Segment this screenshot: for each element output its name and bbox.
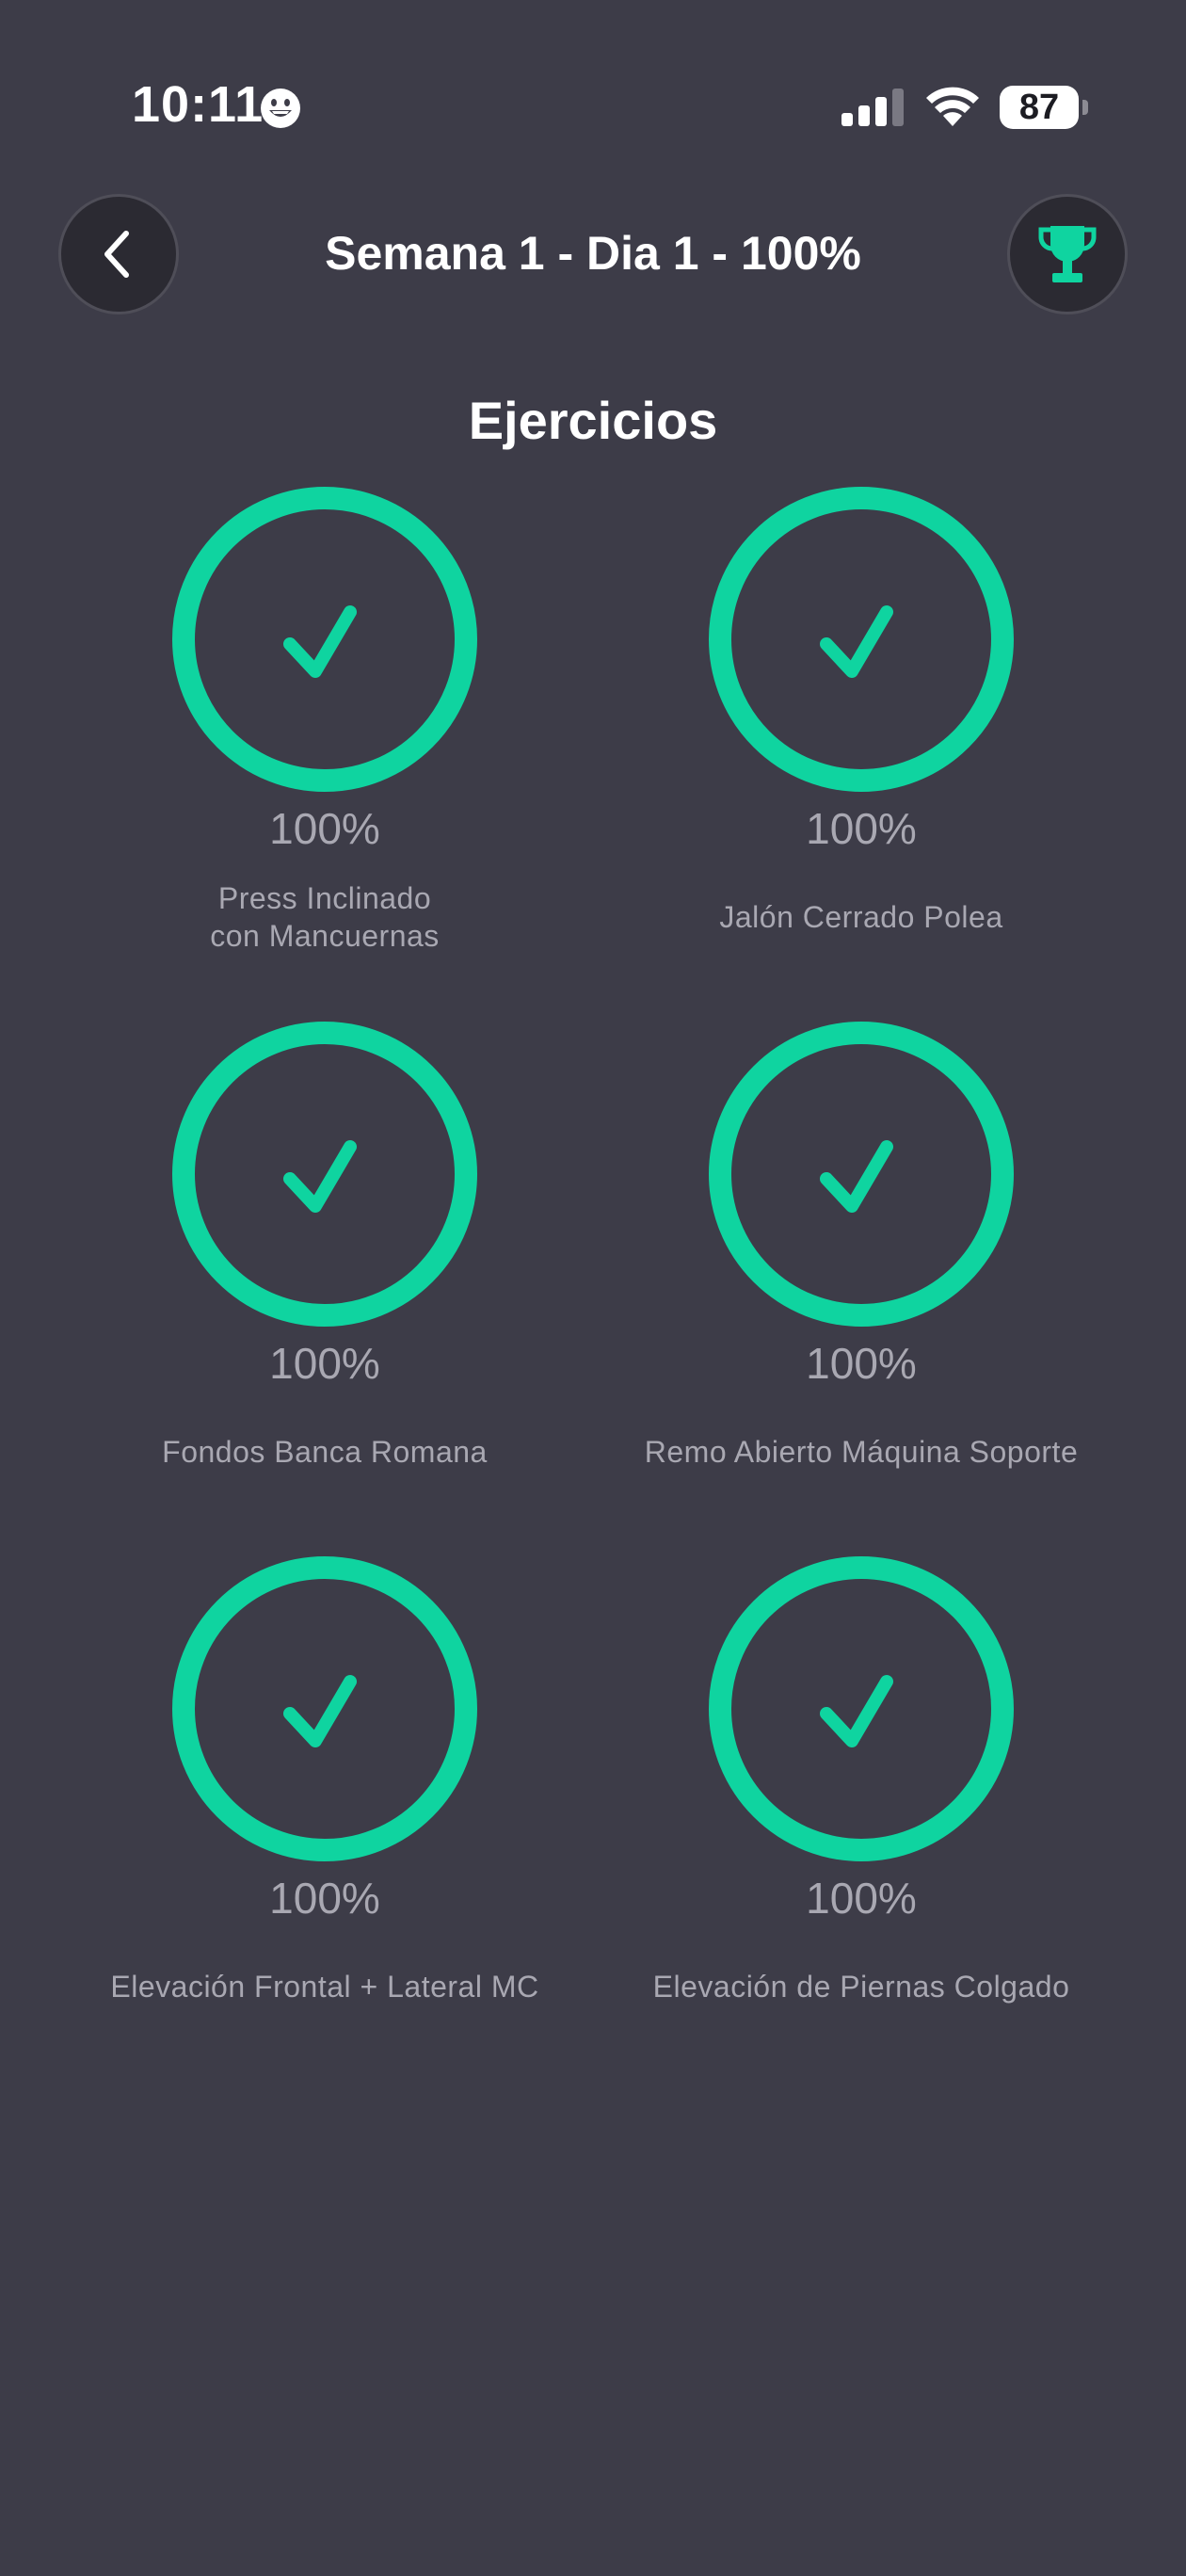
exercise-card[interactable]: 100% Jalón Cerrado Polea (593, 486, 1130, 936)
progress-ring (709, 487, 1014, 792)
exercise-name: Fondos Banca Romana (162, 1435, 488, 1469)
battery-tip (1082, 100, 1088, 115)
exercise-percent: 100% (806, 804, 917, 853)
checkmark-icon (820, 1675, 893, 1747)
progress-ring (172, 487, 477, 792)
exercise-percent: 100% (269, 1874, 380, 1923)
exercise-percent: 100% (269, 1339, 380, 1388)
exercise-card[interactable]: 100% Fondos Banca Romana (56, 1021, 593, 1471)
exercise-card[interactable]: 100% Elevación Frontal + Lateral MC (56, 1555, 593, 2005)
checkmark-icon (820, 605, 893, 678)
exercise-card[interactable]: 100% Elevación de Piernas Colgado (593, 1555, 1130, 2005)
trophy-button[interactable] (1007, 194, 1128, 314)
exercise-percent: 100% (806, 1339, 917, 1388)
exercise-name: Press Inclinado con Mancuernas (210, 881, 440, 953)
exercise-name: Elevación de Piernas Colgado (652, 1970, 1070, 2004)
cellular-signal-icon (841, 89, 904, 126)
progress-ring (709, 1556, 1014, 1861)
progress-ring (172, 1022, 477, 1327)
trophy-icon (1038, 226, 1097, 282)
exercise-name: Elevación Frontal + Lateral MC (110, 1970, 539, 2004)
checkmark-icon (283, 1675, 357, 1747)
screen: 10:11 87 Semana 1 - Dia 1 - 100% Ejercic… (0, 0, 1186, 2576)
checkmark-icon (820, 1140, 893, 1213)
status-time: 10:11 (132, 76, 264, 133)
battery-icon: 87 (1000, 86, 1088, 129)
section-title: Ejercicios (468, 391, 718, 450)
exercise-card[interactable]: 100% Press Inclinado con Mancuernas (56, 486, 593, 955)
exercise-percent: 100% (269, 804, 380, 853)
exercise-name: Remo Abierto Máquina Soporte (644, 1435, 1079, 1469)
checkmark-icon (283, 1140, 357, 1213)
checkmark-icon (283, 605, 357, 678)
progress-ring (172, 1556, 477, 1861)
emoji-face-icon (261, 89, 300, 128)
exercise-name: Jalón Cerrado Polea (719, 900, 1003, 934)
progress-ring (709, 1022, 1014, 1327)
exercise-card[interactable]: 100% Remo Abierto Máquina Soporte (593, 1021, 1130, 1471)
wifi-icon (926, 87, 979, 126)
battery-level: 87 (1018, 88, 1060, 127)
exercise-percent: 100% (806, 1874, 917, 1923)
